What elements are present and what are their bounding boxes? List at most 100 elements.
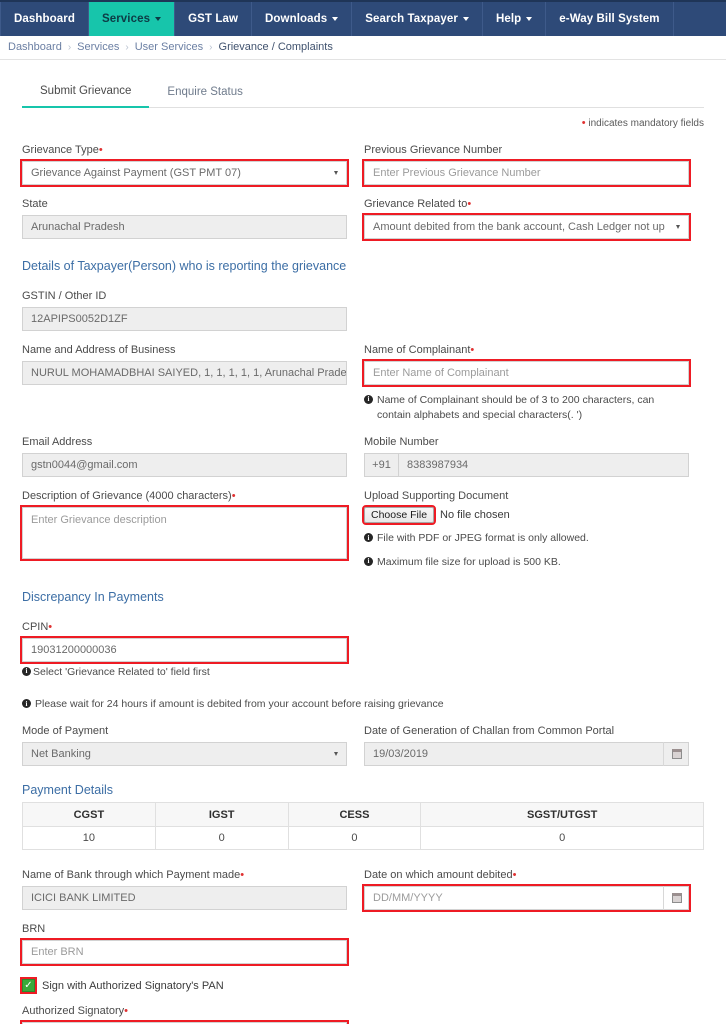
mobile-number-label: Mobile Number bbox=[364, 436, 439, 449]
challan-date-wrapper: 19/03/2019 bbox=[364, 742, 689, 767]
bank-name-input: ICICI BANK LIMITED bbox=[22, 886, 347, 911]
form-row-gstin: GSTIN / Other ID 12APIPS0052D1ZF bbox=[22, 277, 704, 331]
nav-item-label: Help bbox=[495, 13, 522, 25]
cell-sgst-utgst: 0 bbox=[420, 826, 704, 851]
state-input: Arunachal Pradesh bbox=[22, 215, 347, 239]
sign-with-pan-checkbox[interactable]: ✓ bbox=[20, 977, 37, 995]
discrepancy-section-title: Discrepancy In Payments bbox=[22, 589, 164, 604]
breadcrumb-item-dashboard[interactable]: Dashboard bbox=[8, 41, 62, 53]
mobile-number-group: +91 8383987934 bbox=[364, 453, 689, 478]
form-row-payment-mode: Mode of Payment Net Banking Date of Gene… bbox=[22, 712, 704, 767]
label-text: Grievance Related to bbox=[364, 198, 468, 210]
description-of-grievance-textarea[interactable]: Enter Grievance description bbox=[20, 505, 349, 562]
tab-submit-grievance[interactable]: Submit Grievance bbox=[22, 85, 150, 108]
required-asterisk-icon: • bbox=[240, 869, 245, 882]
form-row-contact: Email Address gstn0044@gmail.com Mobile … bbox=[22, 423, 704, 478]
form-row-state: State Arunachal Pradesh Grievance Relate… bbox=[22, 185, 704, 241]
nav-item-eway-bill-system[interactable]: e-Way Bill System bbox=[546, 2, 674, 36]
grievance-related-to-select[interactable]: Amount debited from the bank account, Ca… bbox=[362, 213, 691, 241]
business-name-address-label: Name and Address of Business bbox=[22, 344, 176, 356]
nav-item-label: e-Way Bill System bbox=[559, 13, 660, 25]
info-icon: i bbox=[22, 699, 31, 709]
column-header-igst: IGST bbox=[154, 802, 289, 828]
nav-item-gst-law[interactable]: GST Law bbox=[175, 2, 252, 36]
challan-generation-date-input: 19/03/2019 bbox=[364, 742, 689, 767]
nav-item-downloads[interactable]: Downloads bbox=[252, 2, 353, 36]
file-input-row: Choose File No file chosen bbox=[361, 505, 689, 526]
field-upload-supporting-document: Upload Supporting Document Choose File N… bbox=[361, 477, 689, 569]
grievance-related-to-value: Amount debited from the bank account, Ca… bbox=[373, 221, 665, 233]
name-of-complainant-label: Name of Complainant• bbox=[364, 344, 689, 356]
mandatory-note-label: indicates mandatory fields bbox=[588, 118, 704, 129]
form-row-grievance-type: Grievance Type• Grievance Against Paymen… bbox=[20, 131, 704, 187]
calendar-button[interactable] bbox=[663, 742, 689, 767]
label-text: Description of Grievance (4000 character… bbox=[22, 490, 232, 503]
mandatory-fields-note: • indicates mandatory fields bbox=[22, 117, 704, 130]
nav-item-dashboard[interactable]: Dashboard bbox=[0, 2, 89, 36]
required-asterisk-icon: • bbox=[231, 490, 236, 503]
breadcrumb-item-user-services[interactable]: User Services bbox=[135, 41, 203, 53]
field-brn: BRN Enter BRN bbox=[20, 910, 349, 967]
hint-text: Select 'Grievance Related to' field firs… bbox=[33, 665, 210, 678]
state-label: State bbox=[22, 198, 48, 210]
nav-item-label: GST Law bbox=[188, 13, 238, 25]
cell-cgst: 10 bbox=[22, 826, 156, 851]
chevron-down-icon bbox=[462, 17, 469, 21]
nav-item-help[interactable]: Help bbox=[483, 2, 547, 36]
field-authorized-signatory: Authorized Signatory• Select bbox=[20, 992, 349, 1024]
form-row-business-name: Name and Address of Business NURUL MOHAM… bbox=[22, 331, 704, 423]
label-text: CPIN bbox=[22, 620, 49, 633]
date-amount-debited-input[interactable]: DD/MM/YYYY bbox=[364, 886, 689, 911]
gstin-input: 12APIPS0052D1ZF bbox=[22, 307, 347, 331]
field-grievance-type: Grievance Type• Grievance Against Paymen… bbox=[20, 131, 349, 187]
calendar-button[interactable] bbox=[663, 886, 689, 911]
field-email-address: Email Address gstn0044@gmail.com bbox=[22, 423, 347, 478]
field-description-of-grievance: Description of Grievance (4000 character… bbox=[20, 477, 349, 569]
required-asterisk-icon: • bbox=[581, 117, 586, 129]
email-address-input: gstn0044@gmail.com bbox=[22, 453, 347, 478]
bank-name-label: Name of Bank through which Payment made• bbox=[22, 869, 347, 881]
choose-file-button[interactable]: Choose File bbox=[361, 505, 437, 526]
label-text: Authorized Signatory bbox=[22, 1005, 125, 1018]
chevron-down-icon bbox=[334, 171, 338, 175]
mode-of-payment-select[interactable]: Net Banking bbox=[22, 742, 347, 767]
cpin-input[interactable]: 19031200000036 bbox=[20, 635, 349, 664]
mode-of-payment-label: Mode of Payment bbox=[22, 725, 109, 738]
required-asterisk-icon: • bbox=[467, 198, 472, 210]
field-challan-generation-date: Date of Generation of Challan from Commo… bbox=[364, 712, 689, 767]
mode-of-payment-value: Net Banking bbox=[31, 748, 91, 761]
brn-input[interactable]: Enter BRN bbox=[20, 938, 349, 967]
tab-enquire-status[interactable]: Enquire Status bbox=[149, 86, 260, 107]
field-grievance-related-to: Grievance Related to• Amount debited fro… bbox=[362, 185, 691, 241]
cpin-label: CPIN• bbox=[22, 621, 347, 633]
info-icon: i bbox=[364, 533, 373, 543]
required-asterisk-icon: • bbox=[48, 620, 53, 633]
previous-grievance-number-label: Previous Grievance Number bbox=[364, 144, 503, 156]
grievance-type-select[interactable]: Grievance Against Payment (GST PMT 07) bbox=[20, 159, 349, 187]
form-row-brn: BRN Enter BRN bbox=[20, 910, 704, 967]
date-amount-debited-wrapper: DD/MM/YYYY bbox=[362, 884, 691, 913]
description-of-grievance-label: Description of Grievance (4000 character… bbox=[22, 490, 347, 502]
field-bank-name: Name of Bank through which Payment made•… bbox=[22, 856, 347, 911]
label-text: Name of Complainant bbox=[364, 344, 471, 356]
payment-details-table: CGST IGST CESS SGST/UTGST 10 0 0 0 bbox=[22, 802, 704, 851]
breadcrumb-item-services[interactable]: Services bbox=[77, 41, 119, 53]
form-row-cpin: CPIN• 19031200000036 bbox=[20, 608, 704, 664]
chevron-down-icon bbox=[334, 752, 338, 757]
form-row-authorized-signatory: Authorized Signatory• Select bbox=[20, 992, 704, 1024]
breadcrumb-separator-icon: › bbox=[67, 41, 72, 53]
gstin-right-spacer bbox=[364, 277, 689, 331]
hint-text: File with PDF or JPEG format is only all… bbox=[377, 532, 589, 545]
business-name-address-input: NURUL MOHAMADBHAI SAIYED, 1, 1, 1, 1, 1,… bbox=[22, 361, 347, 385]
sign-with-pan-row[interactable]: ✓ Sign with Authorized Signatory's PAN bbox=[20, 977, 704, 995]
main-navbar: Dashboard Services GST Law Downloads Sea… bbox=[0, 0, 726, 36]
table-header-row: CGST IGST CESS SGST/UTGST bbox=[22, 802, 704, 828]
taxpayer-section-title: Details of Taxpayer(Person) who is repor… bbox=[22, 259, 347, 273]
required-asterisk-icon: • bbox=[470, 344, 475, 356]
name-of-complainant-input[interactable]: Enter Name of Complainant bbox=[362, 359, 691, 387]
nav-item-services[interactable]: Services bbox=[88, 2, 176, 36]
nav-item-search-taxpayer[interactable]: Search Taxpayer bbox=[352, 2, 483, 36]
cell-igst: 0 bbox=[154, 826, 289, 851]
previous-grievance-number-input[interactable]: Enter Previous Grievance Number bbox=[362, 159, 691, 187]
cpin-hint: i Select 'Grievance Related to' field fi… bbox=[22, 665, 704, 680]
